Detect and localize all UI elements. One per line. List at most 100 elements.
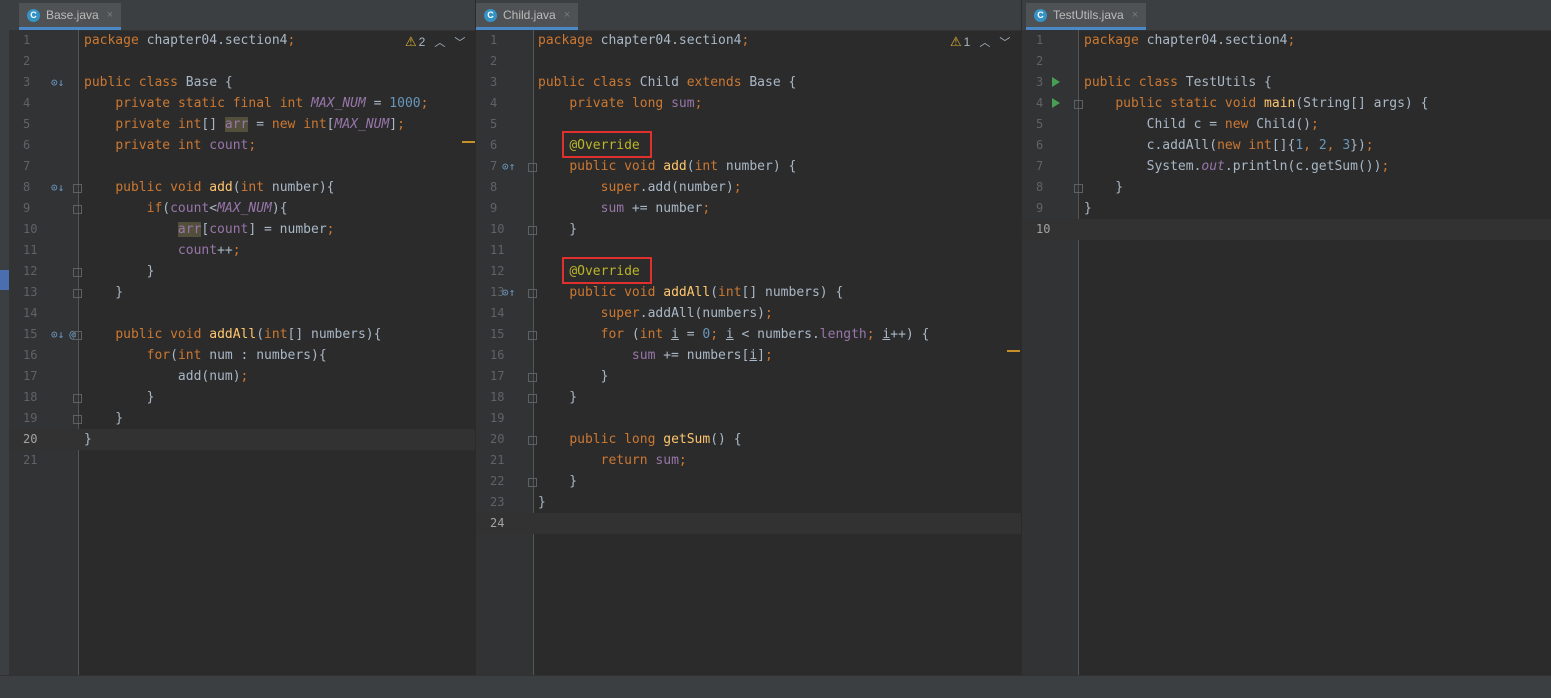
line-number: 9 (1036, 201, 1044, 215)
tab-testutils-java[interactable]: C TestUtils.java × (1026, 3, 1147, 30)
fold-marker-icon[interactable] (1074, 100, 1083, 109)
code-line[interactable]: 20 public long getSum() { (476, 429, 1021, 450)
run-icon[interactable] (1052, 98, 1060, 108)
code-line[interactable]: 1 package chapter04.section4; (9, 30, 475, 51)
code-line[interactable]: 23} (476, 492, 1021, 513)
code-line[interactable]: 2 (1022, 51, 1551, 72)
line-number: 16 (490, 348, 505, 362)
code-line[interactable]: 10 (1022, 219, 1551, 240)
code-line[interactable]: 10 } (476, 219, 1021, 240)
line-number: 9 (23, 201, 31, 215)
tab-label: Base.java (46, 8, 99, 22)
code-text: add(num); (84, 369, 249, 384)
line-number: 24 (490, 516, 505, 530)
code-line[interactable]: 24 (476, 513, 1021, 534)
line-number: 19 (490, 411, 505, 425)
code-text: private static final int MAX_NUM = 1000; (115, 96, 429, 111)
fold-marker-icon[interactable] (528, 289, 537, 298)
fold-marker-icon[interactable] (1074, 184, 1083, 193)
code-line[interactable]: 13 public void addAll(int[] numbers) { (476, 282, 1021, 303)
line-number: 2 (23, 54, 31, 68)
code-line[interactable]: 7 System.out.println(c.getSum()); (1022, 156, 1551, 177)
code-line[interactable]: 7 public void add(int number) { (476, 156, 1021, 177)
code-line[interactable]: 11 count++; (9, 240, 475, 261)
code-line[interactable]: 12 @Override (476, 261, 1021, 282)
code-line[interactable]: 20} (9, 429, 475, 450)
code-line[interactable]: 14 (9, 303, 475, 324)
code-line[interactable]: 22 } (476, 471, 1021, 492)
code-line[interactable]: 10 arr[count] = number; (9, 219, 475, 240)
code-line[interactable]: 18 } (476, 387, 1021, 408)
overridden-method-icon[interactable]: ⊙↓ (51, 177, 64, 198)
code-text: super.addAll(numbers); (600, 306, 773, 321)
fold-marker-icon[interactable] (528, 478, 537, 487)
code-line[interactable]: 8 } (1022, 177, 1551, 198)
code-line[interactable]: 3 public class Base { (9, 72, 475, 93)
code-line[interactable]: 15 for (int i = 0; i < numbers.length; i… (476, 324, 1021, 345)
code-line[interactable]: 17 } (476, 366, 1021, 387)
code-line[interactable]: 21 (9, 450, 475, 471)
fold-marker-icon[interactable] (73, 268, 82, 277)
close-icon[interactable]: × (1132, 9, 1138, 21)
override-method-icon[interactable]: ⊙↑ (502, 156, 515, 177)
line-number: 1 (23, 33, 31, 47)
code-text: private long sum; (569, 96, 703, 111)
code-line[interactable]: 16 sum += numbers[i]; (476, 345, 1021, 366)
code-text: package chapter04.section4; (538, 33, 750, 48)
tab-base-java[interactable]: C Base.java × (19, 3, 122, 30)
code-line[interactable]: 9 sum += number; (476, 198, 1021, 219)
code-line[interactable]: 4 public static void main(String[] args)… (1022, 93, 1551, 114)
code-line[interactable]: 6 private int count; (9, 135, 475, 156)
code-line[interactable]: 17 add(num); (9, 366, 475, 387)
java-class-icon: C (27, 8, 40, 22)
code-line[interactable]: 4 private static final int MAX_NUM = 100… (9, 93, 475, 114)
code-line[interactable]: 16 for(int num : numbers){ (9, 345, 475, 366)
fold-marker-icon[interactable] (73, 205, 82, 214)
line-number: 13 (23, 285, 38, 299)
close-icon[interactable]: × (564, 9, 570, 21)
code-line[interactable]: 5 Child c = new Child(); (1022, 114, 1551, 135)
code-line[interactable]: 5 private int[] arr = new int[MAX_NUM]; (9, 114, 475, 135)
code-line[interactable]: 7 (9, 156, 475, 177)
code-line[interactable]: 3 public class Child extends Base { (476, 72, 1021, 93)
code-line[interactable]: 6 @Override (476, 135, 1021, 156)
fold-marker-icon[interactable] (73, 289, 82, 298)
line-number: 21 (23, 453, 38, 467)
code-line[interactable]: 8 super.add(number); (476, 177, 1021, 198)
code-line[interactable]: 4 private long sum; (476, 93, 1021, 114)
code-text: public void add(int number) { (569, 159, 797, 174)
code-line[interactable]: 21 return sum; (476, 450, 1021, 471)
code-line[interactable]: 2 (9, 51, 475, 72)
line-number: 8 (1036, 180, 1044, 194)
line-number: 14 (490, 306, 505, 320)
code-line[interactable]: 11 (476, 240, 1021, 261)
fold-marker-icon[interactable] (73, 394, 82, 403)
line-number: 6 (23, 138, 31, 152)
tab-child-java[interactable]: C Child.java × (476, 3, 579, 30)
code-line[interactable]: 1 package chapter04.section4; (1022, 30, 1551, 51)
run-icon[interactable] (1052, 77, 1060, 87)
code-line[interactable]: 14 super.addAll(numbers); (476, 303, 1021, 324)
fold-marker-icon[interactable] (528, 394, 537, 403)
code-line[interactable]: 1 package chapter04.section4; (476, 30, 1021, 51)
line-number: 19 (23, 411, 38, 425)
fold-marker-icon[interactable] (528, 436, 537, 445)
fold-marker-icon[interactable] (73, 184, 82, 193)
override-method-icon[interactable]: ⊙↑ (502, 282, 515, 303)
code-line[interactable]: 3 public class TestUtils { (1022, 72, 1551, 93)
line-number: 5 (490, 117, 498, 131)
code-line[interactable]: 9} (1022, 198, 1551, 219)
fold-marker-icon[interactable] (528, 226, 537, 235)
code-line[interactable]: 5 (476, 114, 1021, 135)
overridden-method-icon[interactable]: ⊙↓ (51, 72, 64, 93)
fold-marker-icon[interactable] (73, 331, 82, 340)
fold-marker-icon[interactable] (528, 373, 537, 382)
status-bar (0, 675, 1551, 698)
close-icon[interactable]: × (107, 9, 113, 21)
fold-marker-icon[interactable] (73, 415, 82, 424)
code-line[interactable]: 6 c.addAll(new int[]{1, 2, 3}); (1022, 135, 1551, 156)
fold-marker-icon[interactable] (528, 163, 537, 172)
code-line[interactable]: 19 (476, 408, 1021, 429)
code-line[interactable]: 2 (476, 51, 1021, 72)
fold-marker-icon[interactable] (528, 331, 537, 340)
